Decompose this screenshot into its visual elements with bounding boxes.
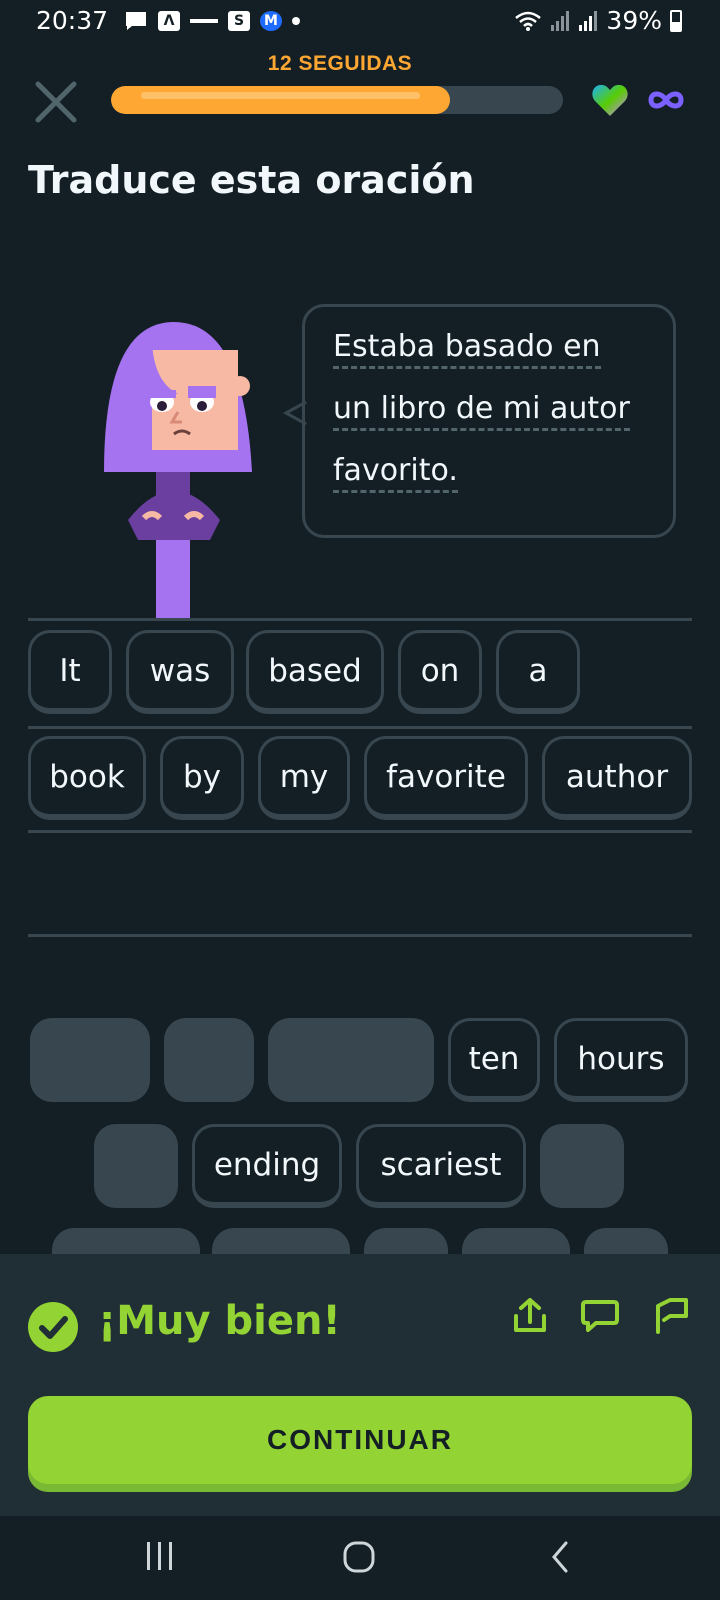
more-notifications-dot	[292, 17, 300, 25]
word-bank-slot-used	[540, 1124, 624, 1208]
notification-icons: Λ S M	[124, 10, 300, 32]
answer-chip[interactable]: favorite	[364, 736, 528, 820]
heart-icon[interactable]	[591, 82, 629, 118]
checkmark-icon	[28, 1302, 78, 1352]
close-icon[interactable]	[32, 78, 80, 126]
word-bank-chip[interactable]: ten	[448, 1018, 540, 1102]
streak-label: 12 SEGUIDAS	[267, 52, 413, 75]
chat-icon	[126, 12, 146, 30]
answer-chip[interactable]: my	[258, 736, 350, 820]
continue-button[interactable]: CONTINUAR	[28, 1396, 692, 1484]
app-icon: Λ	[158, 11, 180, 31]
m-icon: M	[260, 11, 282, 31]
report-flag-icon[interactable]	[652, 1296, 692, 1336]
answer-line	[28, 618, 692, 621]
prompt-line[interactable]: favorito.	[333, 453, 458, 493]
answer-chip[interactable]: based	[246, 630, 384, 714]
answer-line	[28, 934, 692, 937]
word-bank-slot-used	[30, 1018, 150, 1102]
answer-chip[interactable]: by	[160, 736, 244, 820]
feedback-message: ¡Muy bien!	[98, 1298, 341, 1344]
speech-bubble: Estaba basado en un libro de mi autor fa…	[302, 304, 676, 538]
answer-line	[28, 726, 692, 729]
share-icon[interactable]	[510, 1296, 550, 1336]
word-bank-slot-used	[164, 1018, 254, 1102]
s-icon: S	[228, 11, 250, 31]
infinity-icon[interactable]	[646, 88, 686, 112]
status-time: 20:37	[36, 6, 109, 35]
page-title: Traduce esta oración	[28, 158, 475, 202]
prompt-line[interactable]: Estaba basado en	[333, 329, 601, 369]
character-illustration	[104, 322, 252, 618]
back-icon[interactable]	[548, 1540, 572, 1574]
recent-apps-icon[interactable]	[144, 1540, 176, 1574]
answer-chip[interactable]: was	[126, 630, 234, 714]
answer-chip[interactable]: author	[542, 736, 692, 820]
progress-shine	[141, 92, 420, 99]
word-bank-slot-used	[94, 1124, 178, 1208]
answer-chip[interactable]: a	[496, 630, 580, 714]
answer-chip[interactable]: book	[28, 736, 146, 820]
answer-chip[interactable]: on	[398, 630, 482, 714]
signal-icon	[551, 10, 570, 31]
battery-percent: 39%	[606, 6, 662, 35]
battery-icon	[670, 9, 682, 32]
word-bank-chip[interactable]: hours	[554, 1018, 688, 1102]
answer-line	[28, 830, 692, 833]
home-icon[interactable]	[342, 1540, 376, 1574]
word-bank-chip[interactable]: scariest	[356, 1124, 526, 1208]
status-right: 39%	[514, 6, 682, 35]
comment-icon[interactable]	[580, 1296, 620, 1336]
answer-chip[interactable]: It	[28, 630, 112, 714]
prompt-line[interactable]: un libro de mi autor	[333, 391, 630, 431]
status-bar: 20:37 Λ S M 39%	[0, 0, 720, 44]
progress-fill	[111, 86, 450, 114]
progress-bar	[111, 86, 563, 114]
system-nav-bar	[0, 1516, 720, 1600]
word-bank-slot-used	[268, 1018, 434, 1102]
signal-icon-2	[579, 10, 598, 31]
wifi-icon	[515, 11, 542, 31]
news-icon	[190, 19, 218, 23]
word-bank-chip[interactable]: ending	[192, 1124, 342, 1208]
